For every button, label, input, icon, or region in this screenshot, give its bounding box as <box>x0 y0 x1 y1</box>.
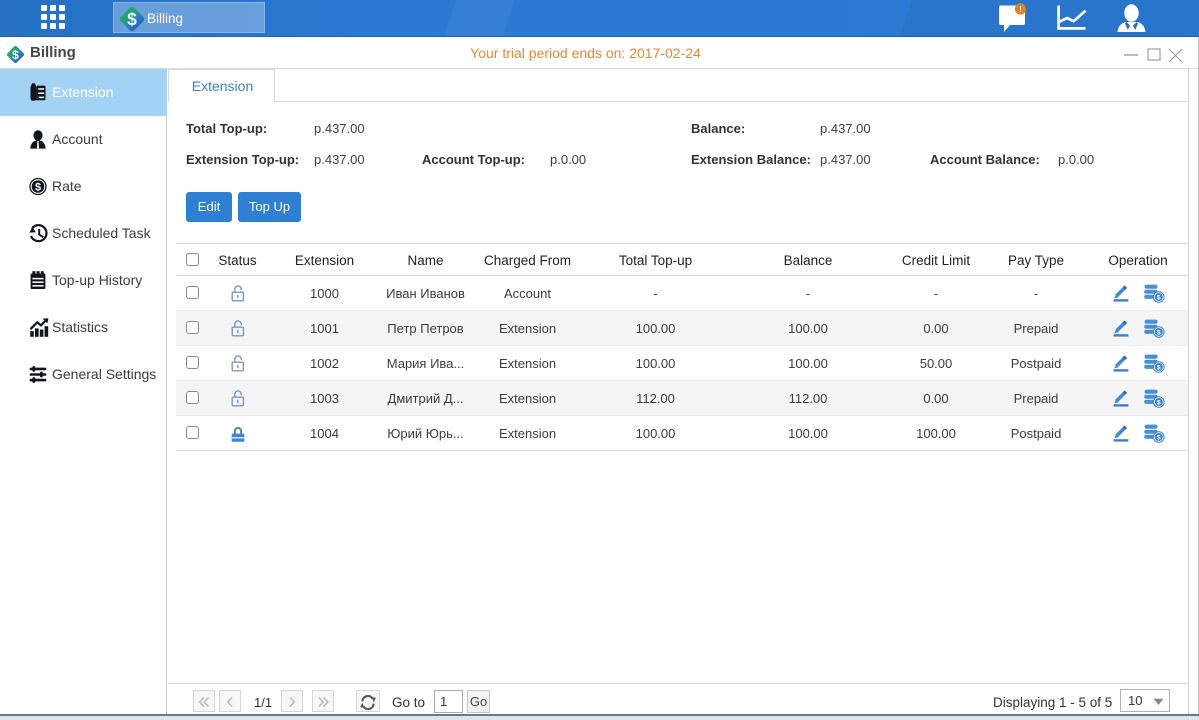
svg-text:$: $ <box>35 182 41 194</box>
svg-text:$: $ <box>127 9 137 29</box>
svg-text:!: ! <box>1019 4 1022 14</box>
